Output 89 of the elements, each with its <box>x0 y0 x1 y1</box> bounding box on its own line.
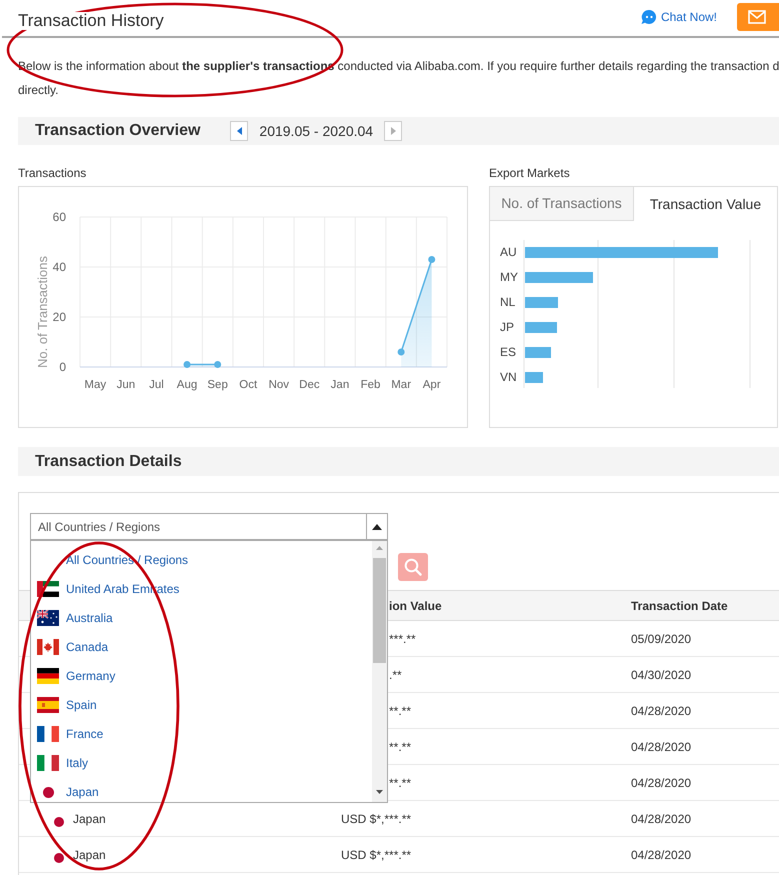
bar <box>525 272 593 283</box>
tick-label: Mar <box>391 379 412 391</box>
caret-left-icon <box>236 127 242 135</box>
transaction-date: 04/28/2020 <box>631 704 692 718</box>
tick-label: Sep <box>207 379 228 391</box>
chat-now-link[interactable]: Chat Now! <box>640 9 717 25</box>
scrollbar[interactable] <box>372 541 387 802</box>
search-button[interactable] <box>398 553 428 581</box>
dropdown-option[interactable]: Canada <box>31 637 372 657</box>
transaction-date: 04/28/2020 <box>631 776 692 790</box>
category-label: MY <box>500 270 518 284</box>
data-point <box>398 348 405 356</box>
category-label: NL <box>500 295 516 309</box>
flag-icon <box>54 852 64 862</box>
tick-label: Oct <box>239 379 258 391</box>
flag-icon <box>54 816 64 826</box>
scrollbar-thumb[interactable] <box>373 558 386 663</box>
dropdown-option[interactable]: Italy <box>31 753 372 773</box>
tick-label: Dec <box>299 379 320 391</box>
flag-icon <box>37 581 59 597</box>
tick-label: 20 <box>52 310 66 324</box>
bar <box>525 322 557 333</box>
country-name: Japan <box>73 810 106 828</box>
tick-label: Feb <box>360 379 380 391</box>
flag-icon <box>42 786 54 798</box>
chart-title: Transactions <box>18 166 88 180</box>
tick-label: Aug <box>176 379 198 391</box>
envelope-icon <box>748 10 766 24</box>
tick-label: Apr <box>422 379 441 391</box>
message-button[interactable] <box>737 3 779 31</box>
transaction-value: ***.** <box>389 632 416 646</box>
tick-label: 40 <box>52 260 66 274</box>
column-header: ion Value <box>389 598 442 612</box>
dropdown-option[interactable]: France <box>31 724 372 744</box>
tick-label: Nov <box>268 379 290 391</box>
transaction-date: 04/30/2020 <box>631 668 692 682</box>
caret-up-icon <box>372 524 382 530</box>
tick-label: 0 <box>59 360 66 374</box>
flag-icon <box>37 668 59 684</box>
dropdown-option[interactable]: Spain <box>31 695 372 715</box>
chat-bubble-icon <box>640 9 657 25</box>
dropdown-option[interactable]: Australia <box>31 608 372 628</box>
column-header: Transaction Date <box>631 598 728 612</box>
tick-label: Jul <box>149 379 164 391</box>
category-label: ES <box>500 345 516 359</box>
flag-icon <box>37 755 59 771</box>
country-select[interactable]: All Countries / Regions <box>30 513 388 540</box>
search-icon <box>404 558 422 576</box>
category-label: JP <box>500 320 514 334</box>
tick-label: 60 <box>52 210 66 224</box>
transaction-value: **.** <box>389 740 412 754</box>
flag-icon <box>37 697 59 713</box>
category-label: AU <box>500 245 517 259</box>
flag-icon <box>37 726 59 742</box>
section-title: Transaction Overview <box>34 121 200 141</box>
bar <box>525 347 551 358</box>
dropdown-option[interactable]: Germany <box>31 666 372 686</box>
caret-down-icon[interactable] <box>376 790 383 794</box>
transaction-value: USD $*,***.** <box>341 812 412 826</box>
transaction-date: 05/09/2020 <box>631 632 692 646</box>
bar <box>525 297 558 308</box>
flag-icon <box>37 639 59 655</box>
data-point <box>428 256 436 263</box>
flag-icon <box>37 610 59 626</box>
transaction-value: **.** <box>389 776 412 790</box>
tick-label: Jun <box>116 379 136 391</box>
dropdown-option[interactable]: Japan <box>31 782 372 802</box>
period-range: 2019.05 - 2020.04 <box>259 122 374 140</box>
bar <box>525 372 543 383</box>
page-title: Transaction History <box>18 12 164 30</box>
caret-right-icon <box>390 127 396 135</box>
chart-title: Export Markets <box>489 166 571 180</box>
category-label: VN <box>500 370 517 384</box>
tick-label: May <box>84 379 106 391</box>
previous-period-button[interactable] <box>230 121 248 141</box>
tab[interactable]: No. of Transactions <box>490 187 634 221</box>
transaction-value: USD $*,***.** <box>341 848 412 862</box>
caret-up-icon[interactable] <box>376 546 383 550</box>
transaction-date: 04/28/2020 <box>631 812 692 826</box>
transaction-date: 04/28/2020 <box>631 848 692 862</box>
data-point <box>184 361 191 368</box>
transaction-value: **.** <box>389 704 412 718</box>
data-point <box>214 361 222 368</box>
axis-title: No. of Transactions <box>35 256 50 368</box>
country-name: Japan <box>73 846 106 864</box>
transaction-value: .** <box>389 668 402 682</box>
tick-label: Jan <box>330 379 350 391</box>
section-title: Transaction Details <box>34 452 182 472</box>
transaction-date: 04/28/2020 <box>631 740 692 754</box>
